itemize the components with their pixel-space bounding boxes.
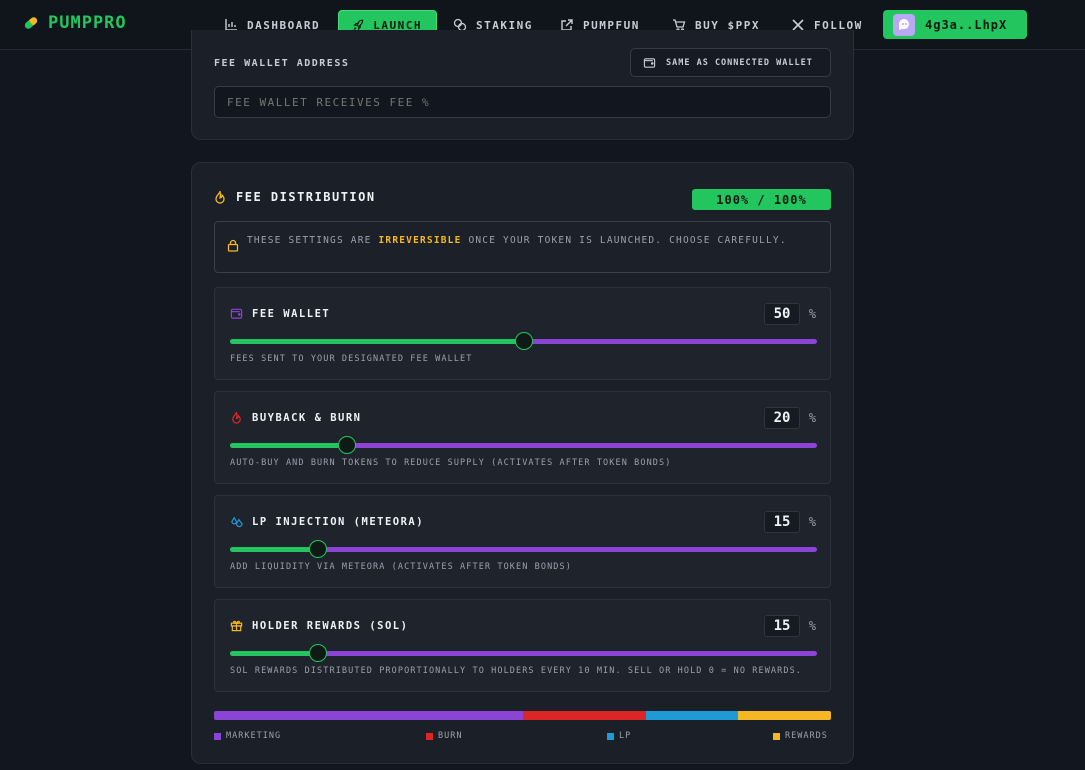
- brand-logo[interactable]: PUMPPRO: [22, 13, 127, 33]
- legend-swatch: [214, 732, 221, 740]
- slider-fill: [230, 339, 524, 344]
- legend-burn: BURN: [426, 731, 462, 741]
- same-button-label: SAME AS CONNECTED WALLET: [666, 57, 813, 68]
- allocation-name: FEE WALLET: [230, 307, 330, 320]
- legend-swatch: [773, 732, 780, 740]
- slider-thumb[interactable]: [309, 644, 328, 662]
- allocation-slider[interactable]: [230, 436, 817, 454]
- slider-thumb[interactable]: [338, 436, 357, 454]
- total-percent-badge: 100% / 100%: [692, 189, 831, 210]
- same-as-connected-wallet-button[interactable]: SAME AS CONNECTED WALLET: [630, 48, 831, 77]
- allocation-holder-rewards: HOLDER REWARDS (SOL) 15 % SOL REWARDS DI…: [214, 599, 831, 692]
- percent-sign: %: [808, 411, 816, 425]
- wallet-icon: [643, 58, 656, 68]
- allocation-description: ADD LIQUIDITY VIA METEORA (ACTIVATES AFT…: [230, 562, 572, 572]
- percent-sign: %: [808, 307, 816, 321]
- allocation-buyback-burn: BUYBACK & BURN 20 % AUTO-BUY AND BURN TO…: [214, 391, 831, 484]
- legend-lp: LP: [607, 731, 631, 741]
- pill-icon: [24, 17, 38, 29]
- wallet-button[interactable]: 4g3a..LhpX: [883, 10, 1027, 39]
- allocation-description: SOL REWARDS DISTRIBUTED PROPORTIONALLY T…: [230, 666, 803, 676]
- flame-icon: [215, 190, 225, 204]
- segment-lp: [645, 711, 739, 720]
- segment-marketing: [214, 711, 523, 720]
- percent-input[interactable]: 20: [764, 407, 800, 429]
- warning-text: THESE SETTINGS ARE IRREVERSIBLE ONCE YOU…: [247, 235, 787, 246]
- lock-icon: [227, 239, 239, 252]
- percent-input[interactable]: 15: [764, 511, 800, 533]
- percent-sign: %: [808, 619, 816, 633]
- percent-sign: %: [808, 515, 816, 529]
- ghost-avatar-icon: [893, 13, 915, 36]
- percent-input[interactable]: 15: [764, 615, 800, 637]
- allocation-name: HOLDER REWARDS (SOL): [230, 619, 408, 632]
- allocation-description: AUTO-BUY AND BURN TOKENS TO REDUCE SUPPL…: [230, 458, 672, 468]
- slider-thumb[interactable]: [514, 332, 533, 350]
- allocation-lp-injection: LP INJECTION (METEORA) 15 % ADD LIQUIDIT…: [214, 495, 831, 588]
- distribution-stacked-bar: [214, 711, 831, 720]
- irreversible-warning: THESE SETTINGS ARE IRREVERSIBLE ONCE YOU…: [214, 221, 831, 273]
- legend-marketing: MARKETING: [214, 731, 281, 741]
- wallet-icon: [230, 308, 243, 319]
- allocation-name: LP INJECTION (METEORA): [230, 515, 424, 528]
- fee-wallet-input[interactable]: [214, 86, 831, 118]
- irreversible-highlight: IRREVERSIBLE: [378, 235, 462, 246]
- allocation-name: BUYBACK & BURN: [230, 411, 362, 424]
- flame-icon: [232, 411, 241, 424]
- allocation-description: FEES SENT TO YOUR DESIGNATED FEE WALLET: [230, 354, 473, 364]
- segment-burn: [522, 711, 646, 720]
- allocation-slider[interactable]: [230, 644, 817, 662]
- fee-wallet-label: FEE WALLET ADDRESS: [214, 58, 350, 69]
- legend-swatch: [426, 732, 433, 740]
- slider-thumb[interactable]: [309, 540, 328, 558]
- legend-swatch: [607, 732, 614, 740]
- allocation-slider[interactable]: [230, 540, 817, 558]
- percent-input[interactable]: 50: [764, 303, 800, 325]
- wallet-address: 4g3a..LhpX: [925, 17, 1008, 32]
- droplets-icon: [231, 516, 243, 528]
- legend-rewards: REWARDS: [773, 731, 828, 741]
- segment-rewards: [738, 711, 831, 720]
- slider-fill: [230, 547, 319, 552]
- allocation-fee-wallet: FEE WALLET 50 % FEES SENT TO YOUR DESIGN…: [214, 287, 831, 380]
- title-text: FEE DISTRIBUTION: [236, 190, 376, 204]
- allocation-slider[interactable]: [230, 332, 817, 350]
- gift-icon: [230, 620, 243, 632]
- slider-fill: [230, 443, 348, 448]
- fee-wallet-card: [191, 30, 854, 140]
- slider-fill: [230, 651, 319, 656]
- fee-distribution-title: FEE DISTRIBUTION: [214, 190, 376, 204]
- brand-name: PUMPPRO: [48, 13, 127, 33]
